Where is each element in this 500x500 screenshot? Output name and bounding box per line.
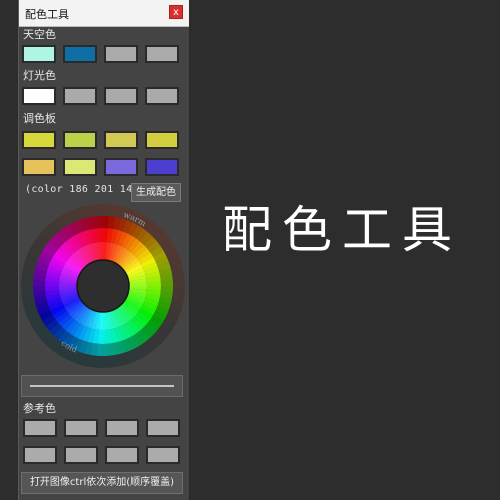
reference-swatch-3[interactable] [105,419,139,437]
palette-swatch-5[interactable] [22,158,56,176]
title-bar[interactable]: 配色工具 x [19,0,189,27]
reference-swatch-6[interactable] [64,446,98,464]
palette-swatch-8[interactable] [145,158,179,176]
sky-swatch-3[interactable] [104,45,138,63]
light-swatch-4[interactable] [145,87,179,105]
palette-swatch-7[interactable] [104,158,138,176]
sky-swatch-2[interactable] [63,45,97,63]
light-swatch-3[interactable] [104,87,138,105]
sky-color-label: 天空色 [23,28,56,41]
page-title: 配色工具 [222,201,462,259]
palette-swatch-2[interactable] [63,131,97,149]
color-value-text: (color 186 201 14) [25,184,139,195]
close-button[interactable]: x [169,5,183,19]
palette-swatch-3[interactable] [104,131,138,149]
wheel-center [76,259,130,313]
reference-swatch-8[interactable] [146,446,180,464]
window-title: 配色工具 [25,8,69,21]
light-color-label: 灯光色 [23,69,56,82]
palette-swatch-1[interactable] [22,131,56,149]
light-swatch-2[interactable] [63,87,97,105]
palette-swatch-4[interactable] [145,131,179,149]
slider-box[interactable] [21,375,183,397]
sky-swatch-1[interactable] [22,45,56,63]
hue-segment[interactable] [102,343,110,356]
reference-swatch-7[interactable] [105,446,139,464]
sky-swatch-4[interactable] [145,45,179,63]
color-tool-panel: 配色工具 x 天空色 灯光色 调色板 (color 186 201 14) 生成… [18,0,190,500]
reference-swatch-5[interactable] [23,446,57,464]
light-swatch-1[interactable] [22,87,56,105]
palette-swatch-6[interactable] [63,158,97,176]
hue-segment[interactable] [96,216,104,229]
generate-palette-button[interactable]: 生成配色 [131,183,181,202]
reference-swatch-1[interactable] [23,419,57,437]
hue-segment[interactable] [33,285,46,293]
reference-swatch-4[interactable] [146,419,180,437]
reference-color-label: 参考色 [23,402,56,415]
palette-label: 调色板 [23,112,56,125]
open-image-button[interactable]: 打开图像ctrl依次添加(顺序覆盖) [21,472,183,494]
slider-track[interactable] [30,385,174,387]
hue-segment[interactable] [160,279,173,287]
color-wheel[interactable]: warm cold [20,203,186,369]
reference-swatch-2[interactable] [64,419,98,437]
